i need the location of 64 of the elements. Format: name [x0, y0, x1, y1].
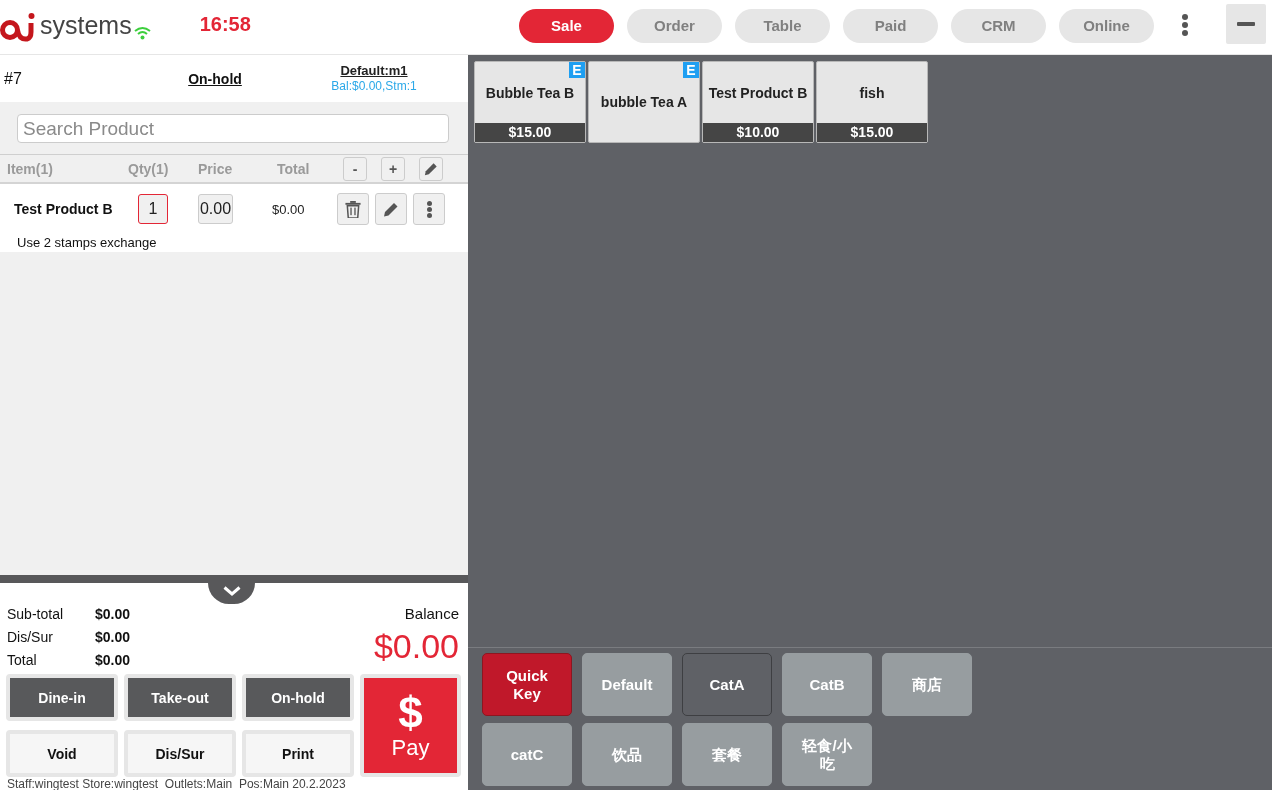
action-button[interactable]: On-hold — [242, 674, 354, 721]
column-header: Price — [198, 160, 233, 177]
order-number: #7 — [3, 69, 22, 88]
price-field[interactable]: 0.00 — [198, 194, 233, 224]
corner-badge: E — [569, 62, 585, 78]
product-name: fish — [859, 84, 885, 101]
minimize-button[interactable] — [1226, 4, 1266, 44]
chevron-icon — [222, 586, 241, 596]
status-line: Staff:wingtest Store:wingtest Outlets:Main Pos:Main 20.2.2023 — [6, 778, 346, 790]
wifi-icon — [133, 26, 151, 40]
total-value: $0.00 — [95, 628, 131, 645]
column-header: Item(1) — [7, 160, 53, 177]
total-label: Sub-total — [7, 605, 64, 622]
corner-badge: E — [683, 62, 699, 78]
item-name: Test Product B — [14, 201, 113, 217]
more-button[interactable] — [413, 193, 445, 225]
category-button[interactable]: Quick Key — [482, 653, 572, 716]
pencil-icon — [424, 161, 438, 176]
more-icon[interactable] — [1181, 13, 1189, 36]
pencil-icon — [383, 200, 399, 218]
brand-name: systems — [40, 11, 132, 40]
collapse-button[interactable] — [208, 583, 255, 604]
balance-label: Balance — [404, 604, 459, 624]
product-price: $10.00 — [703, 123, 813, 142]
minimize-icon — [1237, 22, 1255, 26]
step-button[interactable]: + — [381, 156, 405, 181]
product-price: $15.00 — [475, 123, 585, 142]
edit-button[interactable] — [419, 156, 443, 181]
item-total: $0.00 — [272, 201, 305, 217]
step-button[interactable]: - — [343, 156, 367, 181]
total-label: Total — [7, 651, 37, 668]
total-label: Dis/Sur — [7, 628, 53, 645]
nav-tab[interactable]: Sale — [519, 8, 614, 43]
column-header: Qty(1) — [128, 160, 169, 177]
total-value: $0.00 — [95, 651, 131, 668]
product-tile[interactable]: fish $15.00 — [816, 61, 928, 143]
action-button[interactable]: Take-out — [124, 674, 236, 721]
column-header: Total — [277, 160, 310, 177]
trash-icon — [345, 200, 361, 218]
edit-button[interactable] — [375, 193, 407, 225]
more-icon — [426, 200, 432, 218]
item-note: Use 2 stamps exchange — [17, 235, 157, 250]
customer-link[interactable]: Default:m1 — [340, 62, 408, 78]
category-button[interactable]: CatA — [682, 653, 772, 716]
product-tile[interactable]: Test Product B $10.00 — [702, 61, 814, 143]
search-field[interactable]: Search Product — [17, 114, 449, 143]
pay-button[interactable]: $ Pay — [360, 674, 461, 777]
quantity-field[interactable]: 1 — [138, 194, 168, 224]
total-value: $0.00 — [95, 605, 131, 622]
delete-button[interactable] — [337, 193, 369, 225]
product-tile[interactable]: E Bubble Tea B $15.00 — [474, 61, 586, 143]
customer-balance: Bal:$0.00,Stm:1 — [331, 78, 417, 93]
action-button[interactable]: Void — [6, 730, 118, 777]
product-name: bubble Tea A — [600, 94, 688, 110]
action-button[interactable]: Print — [242, 730, 354, 777]
order-status-link[interactable]: On-hold — [188, 70, 242, 87]
product-name: Test Product B — [708, 84, 808, 101]
product-tile[interactable]: E bubble Tea A — [588, 61, 700, 143]
action-button[interactable]: Dis/Sur — [124, 730, 236, 777]
product-name: Bubble Tea B — [485, 84, 575, 101]
clock-time: 16:58 — [199, 12, 251, 36]
product-price: $15.00 — [817, 123, 927, 142]
action-button[interactable]: Dine-in — [6, 674, 118, 721]
balance-amount: $0.00 — [373, 626, 459, 666]
